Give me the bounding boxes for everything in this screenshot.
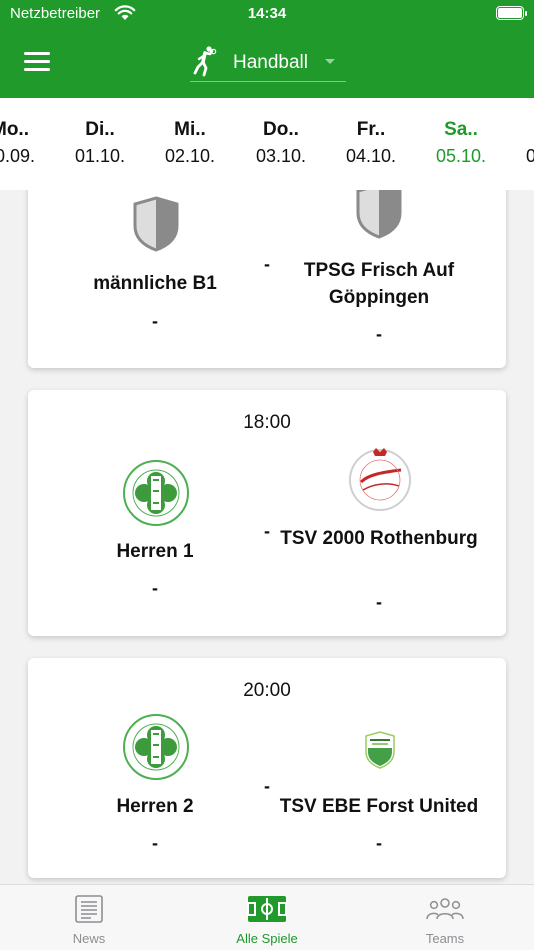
day-tab-wednesday[interactable]: Mi.. 02.10. [150, 118, 230, 168]
day-date: 02.10. [164, 146, 216, 166]
home-team: männliche B1 - [45, 190, 265, 368]
home-team-name: Herren 2 [116, 796, 194, 817]
chevron-down-icon [325, 59, 335, 64]
away-team-name: TSV EBE Forst United [279, 796, 479, 817]
tsv-cloverleaf-logo [123, 460, 189, 526]
match-card[interactable]: 18:00 Herren 1 - - TSV 2000 Rothenburg - [28, 390, 506, 636]
day-tab-monday[interactable]: Mo.. 30.09. [0, 118, 50, 168]
home-score: - [152, 578, 158, 598]
away-team-name: TPSG Frisch Auf Göppingen [303, 260, 455, 308]
day-date: 01.10. [74, 146, 126, 166]
away-team: TSV 2000 Rothenburg - [269, 390, 489, 636]
day-tab-tuesday[interactable]: Di.. 01.10. [60, 118, 140, 168]
away-team: TPSG Frisch Auf Göppingen - [269, 190, 489, 368]
day-name: Fr.. [356, 119, 386, 140]
home-team: Herren 2 - [45, 658, 265, 878]
date-selector-bar: Mo.. 30.09. Di.. 01.10. Mi.. 02.10. Do..… [0, 98, 534, 190]
tab-teams[interactable]: Teams [356, 885, 534, 950]
day-name: Mo.. [0, 119, 29, 140]
day-date: 04.10. [345, 146, 397, 166]
away-score: - [376, 833, 382, 853]
day-name: Do.. [263, 119, 299, 140]
home-score: - [152, 833, 158, 853]
selected-sport-label: Handball [233, 52, 308, 73]
tab-label: Teams [425, 931, 465, 946]
match-card[interactable]: männliche B1 - - TPSG Frisch Auf Göpping… [28, 190, 506, 368]
day-date: 05.10. [435, 146, 487, 166]
away-score: - [376, 324, 382, 344]
home-team-name: Herren 1 [116, 541, 194, 562]
tab-label: News [72, 931, 106, 946]
away-team: TSV EBE Forst United - [269, 658, 489, 878]
away-score: - [376, 592, 382, 612]
match-list[interactable]: männliche B1 - - TPSG Frisch Auf Göpping… [0, 190, 534, 884]
day-date: 30.09. [0, 146, 36, 166]
day-name: So.. [511, 118, 534, 144]
home-team: Herren 1 - [45, 390, 265, 636]
match-card[interactable]: 20:00 Herren 2 - - TSV EBE Forst United … [28, 658, 506, 878]
day-date: 03.10. [255, 146, 307, 166]
day-tab-thursday[interactable]: Do.. 03.10. [241, 118, 321, 168]
home-score: - [152, 311, 158, 331]
shield-icon [133, 196, 179, 252]
day-name: Di.. [85, 119, 115, 140]
away-team-name: TSV 2000 Rothenburg [280, 528, 478, 549]
bottom-tab-bar: News Alle Spiele Teams [0, 884, 534, 950]
shield-icon [356, 190, 402, 239]
ebe-forst-logo [365, 731, 395, 769]
tab-news[interactable]: News [0, 885, 178, 950]
hamburger-menu-button[interactable] [24, 52, 50, 72]
day-name: Mi.. [174, 119, 206, 140]
battery-icon [496, 6, 527, 20]
day-name: Sa.. [444, 119, 478, 140]
tsv-2000-logo [349, 448, 411, 511]
status-bar: Netzbetreiber 14:34 [0, 0, 534, 28]
sport-selector-dropdown[interactable]: Handball [190, 42, 346, 82]
tab-label: Alle Spiele [236, 931, 298, 946]
handball-player-icon [193, 46, 217, 77]
home-team-name: männliche B1 [93, 273, 217, 294]
day-tab-sunday[interactable]: So.. 06.10. [511, 118, 534, 168]
tsv-cloverleaf-logo [123, 714, 189, 780]
tab-all-games[interactable]: Alle Spiele [178, 885, 356, 950]
app-header: Netzbetreiber 14:34 Handball [0, 0, 534, 98]
field-icon [247, 896, 287, 922]
teams-icon [426, 898, 464, 920]
day-tab-friday[interactable]: Fr.. 04.10. [331, 118, 411, 168]
day-date: 06.10. [525, 146, 534, 166]
day-tab-saturday[interactable]: Sa.. 05.10. [421, 118, 501, 168]
status-time: 14:34 [247, 5, 287, 22]
news-icon [75, 895, 103, 923]
